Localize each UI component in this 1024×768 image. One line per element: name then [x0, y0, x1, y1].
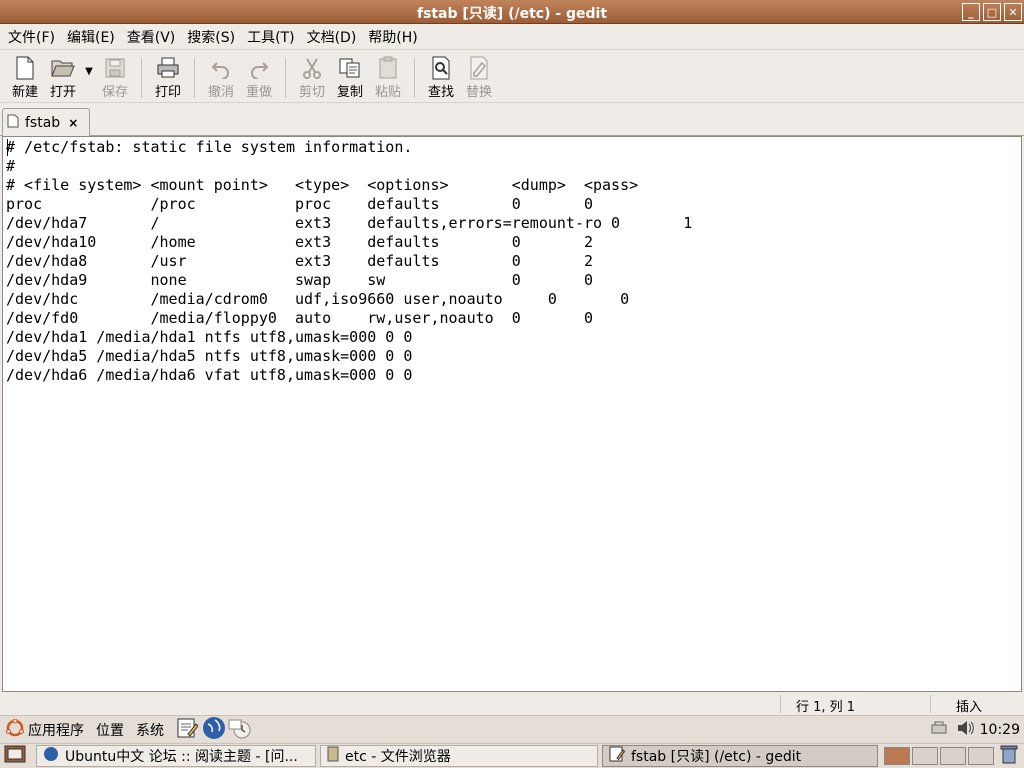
volume-icon[interactable]	[956, 720, 974, 740]
editor-content[interactable]: # /etc/fstab: static file system informa…	[3, 137, 1021, 385]
menu-view[interactable]: 查看(V)	[121, 27, 182, 47]
redo-button[interactable]: 重做	[240, 56, 278, 100]
folder-open-icon	[50, 56, 76, 80]
find-icon	[428, 56, 454, 80]
text-editor-icon	[609, 746, 626, 766]
tab-close-icon[interactable]: ×	[68, 116, 78, 130]
new-document-icon	[12, 56, 38, 80]
find-label: 查找	[427, 85, 454, 100]
printer-icon	[155, 56, 181, 80]
network-icon[interactable]	[930, 721, 948, 739]
document-icon	[7, 114, 19, 132]
menu-file[interactable]: 文件(F)	[2, 27, 61, 47]
open-button[interactable]: 打开	[44, 56, 82, 100]
open-label: 打开	[49, 85, 76, 100]
text-cursor	[7, 139, 8, 156]
show-desktop-icon[interactable]	[4, 745, 26, 767]
status-divider	[930, 695, 931, 713]
task-gedit[interactable]: fstab [只读] (/etc) - gedit	[602, 745, 878, 767]
paste-button[interactable]: 粘贴	[369, 56, 407, 100]
copy-icon	[337, 56, 363, 80]
workspace-4[interactable]	[968, 747, 994, 765]
web-browser-icon	[43, 746, 59, 766]
applications-menu[interactable]: 应用程序	[28, 720, 84, 740]
trash-icon[interactable]	[1000, 744, 1018, 768]
menu-help[interactable]: 帮助(H)	[362, 27, 423, 47]
workspace-2[interactable]	[912, 747, 938, 765]
workspace-3[interactable]	[940, 747, 966, 765]
menu-edit[interactable]: 编辑(E)	[61, 27, 121, 47]
panel-clock[interactable]: 10:29	[980, 722, 1020, 738]
top-panel: 应用程序 位置 系统 10:29	[0, 715, 1024, 743]
workspace-1[interactable]	[884, 747, 910, 765]
print-label: 打印	[154, 85, 181, 100]
paste-icon	[375, 56, 401, 80]
copy-button[interactable]: 复制	[331, 56, 369, 100]
task-file-browser[interactable]: etc - 文件浏览器	[320, 745, 598, 767]
find-button[interactable]: 查找	[422, 56, 460, 100]
task-browser[interactable]: Ubuntu中文 论坛 :: 阅读主题 - [问...	[36, 745, 316, 767]
menu-tools[interactable]: 工具(T)	[241, 27, 300, 47]
toolbar: 新建 打开 ▼ 保存 打印 撤消 重做 剪切 复制 粘贴 查找 替换	[0, 51, 1024, 103]
save-icon	[102, 56, 128, 80]
chevron-down-icon[interactable]: ▼	[82, 66, 96, 77]
system-menu[interactable]: 系统	[136, 720, 164, 740]
tab-fstab[interactable]: fstab ×	[2, 108, 90, 137]
undo-button[interactable]: 撤消	[202, 56, 240, 100]
window-titlebar[interactable]: fstab [只读] (/etc) - gedit _ □ ✕	[0, 0, 1024, 24]
menu-documents[interactable]: 文档(D)	[301, 27, 363, 47]
insert-mode: 插入	[956, 700, 983, 715]
task-label: Ubuntu中文 论坛 :: 阅读主题 - [问...	[65, 749, 298, 765]
toolbar-separator	[141, 58, 142, 98]
maximize-button[interactable]: □	[983, 3, 1001, 21]
redo-icon	[246, 56, 272, 80]
status-divider	[780, 695, 781, 713]
undo-icon	[208, 56, 234, 80]
taskbar: Ubuntu中文 论坛 :: 阅读主题 - [问... etc - 文件浏览器 …	[0, 743, 1024, 768]
file-cabinet-icon	[327, 746, 339, 766]
redo-label: 重做	[245, 85, 272, 100]
toolbar-separator	[285, 58, 286, 98]
new-button[interactable]: 新建	[6, 56, 44, 100]
save-button[interactable]: 保存	[96, 56, 134, 100]
workspace-switcher	[884, 747, 996, 765]
menu-search[interactable]: 搜索(S)	[181, 27, 241, 47]
mail-launcher-icon[interactable]	[228, 716, 252, 744]
window-title: fstab [只读] (/etc) - gedit	[416, 6, 608, 22]
web-browser-launcher-icon[interactable]	[202, 716, 226, 744]
scissors-icon	[299, 56, 325, 80]
replace-icon	[466, 56, 492, 80]
close-button[interactable]: ✕	[1004, 3, 1022, 21]
document-tabs: fstab ×	[0, 104, 1024, 137]
text-editor-launcher-icon[interactable]	[176, 717, 199, 743]
cut-button[interactable]: 剪切	[293, 56, 331, 100]
new-label: 新建	[11, 85, 38, 100]
statusbar: 行 1, 列 1 插入	[0, 693, 1024, 715]
cursor-position: 行 1, 列 1	[796, 700, 856, 715]
places-menu[interactable]: 位置	[96, 720, 124, 740]
save-label: 保存	[101, 85, 128, 100]
undo-label: 撤消	[207, 85, 234, 100]
task-label: fstab [只读] (/etc) - gedit	[631, 749, 802, 765]
toolbar-separator	[194, 58, 195, 98]
replace-label: 替换	[465, 85, 492, 100]
ubuntu-logo-icon	[6, 718, 24, 741]
minimize-button[interactable]: _	[962, 3, 980, 21]
paste-label: 粘贴	[374, 85, 401, 100]
tab-label: fstab	[25, 115, 61, 131]
task-label: etc - 文件浏览器	[345, 749, 451, 765]
copy-label: 复制	[336, 85, 363, 100]
toolbar-separator	[414, 58, 415, 98]
menubar: 文件(F) 编辑(E) 查看(V) 搜索(S) 工具(T) 文档(D) 帮助(H…	[0, 24, 1024, 50]
print-button[interactable]: 打印	[149, 56, 187, 100]
cut-label: 剪切	[298, 85, 325, 100]
replace-button[interactable]: 替换	[460, 56, 498, 100]
text-editor[interactable]: # /etc/fstab: static file system informa…	[2, 136, 1022, 692]
